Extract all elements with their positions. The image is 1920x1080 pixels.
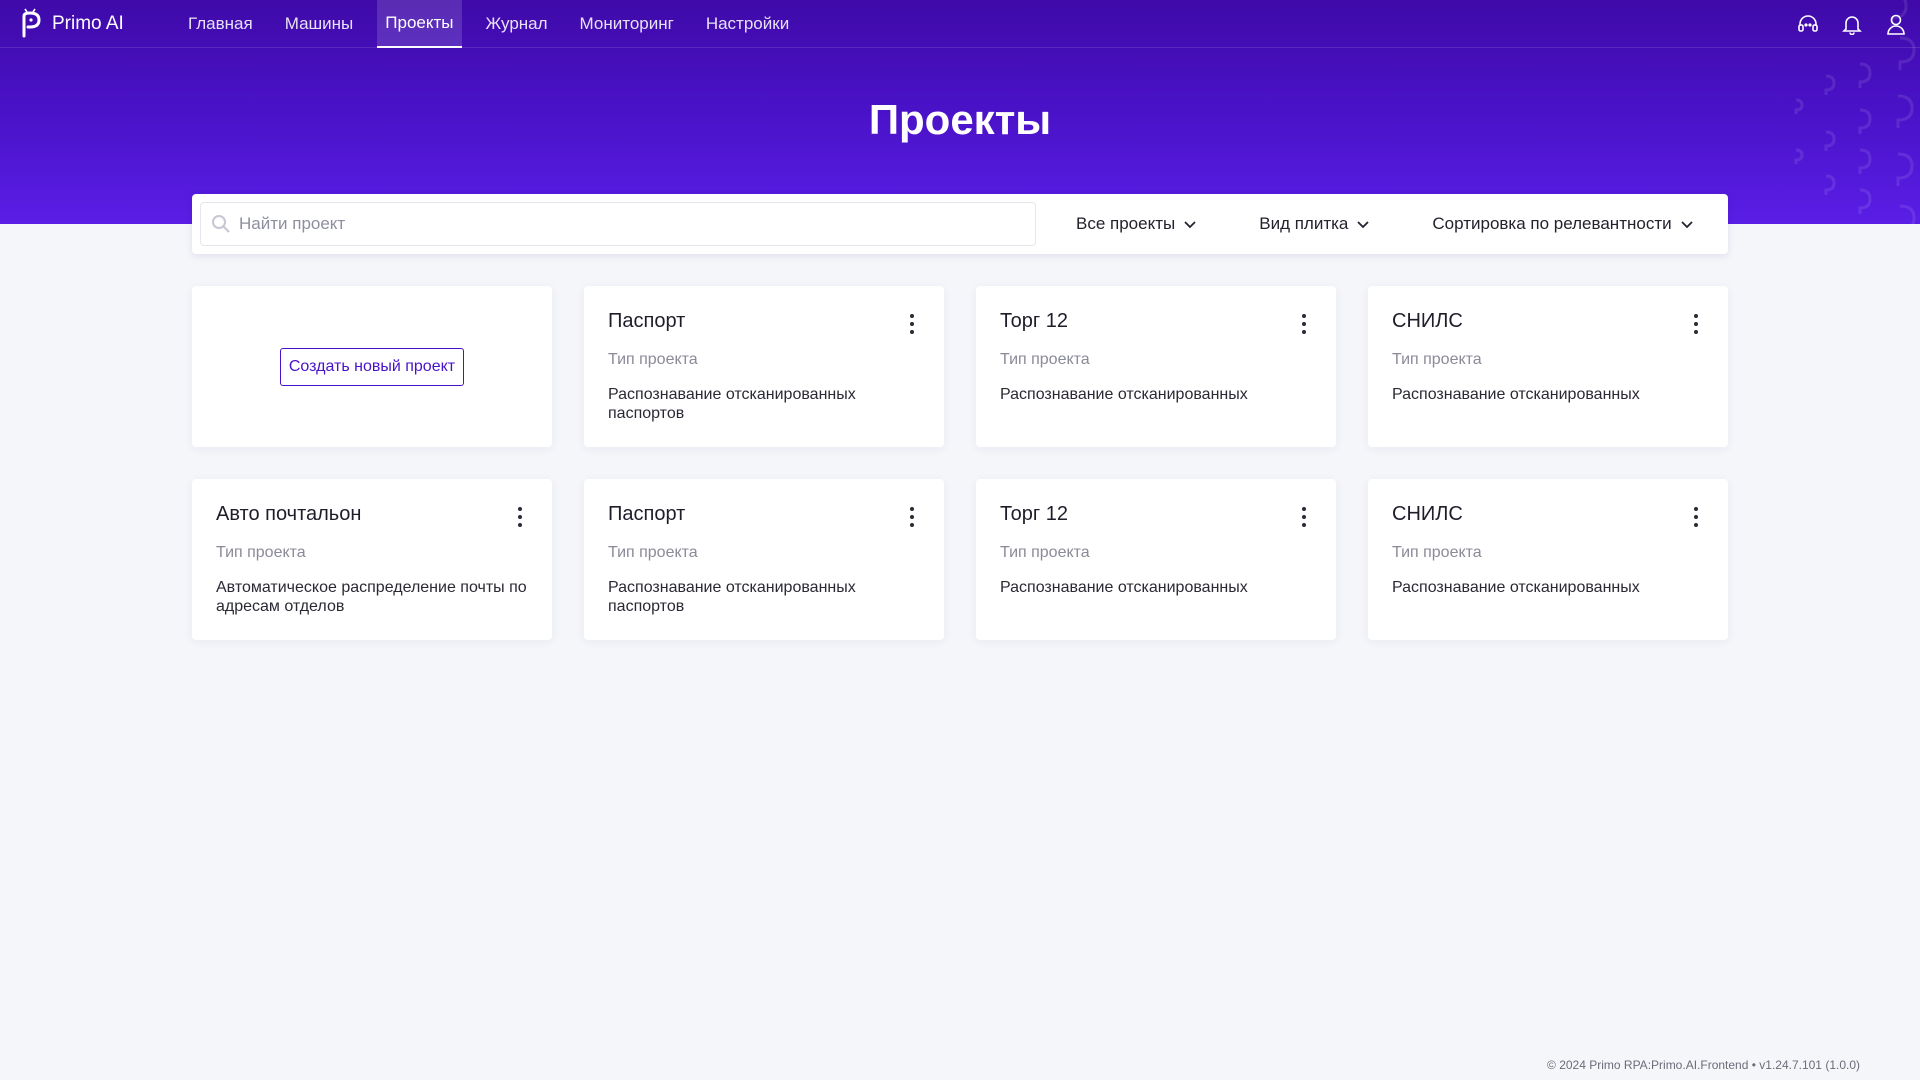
view-dropdown[interactable]: Вид плитка [1259, 214, 1370, 234]
sort-dropdown-label: Сортировка по релевантности [1432, 214, 1672, 233]
project-card[interactable]: СНИЛС Тип проекта Распознавание отсканир… [1368, 479, 1728, 640]
create-project-card: Создать новый проект [192, 286, 552, 447]
project-title: СНИЛС [1392, 503, 1463, 525]
create-project-button[interactable]: Создать новый проект [279, 347, 465, 386]
more-options-icon[interactable] [908, 314, 916, 334]
more-options-icon[interactable] [908, 507, 916, 527]
project-type: Тип проекта [1392, 351, 1482, 368]
project-card[interactable]: Паспорт Тип проекта Распознавание отскан… [584, 286, 944, 447]
page-title: Проекты [868, 96, 1052, 143]
project-type: Тип проекта [1392, 544, 1482, 561]
sort-dropdown[interactable]: Сортировка по релевантности [1432, 214, 1693, 234]
project-description: Распознавание отсканированных [1000, 579, 1248, 596]
chevron-down-icon [1357, 220, 1370, 228]
primo-logo-icon [22, 8, 41, 37]
top-navigation-bar: Primo AI Главная Машины Проекты Журнал М… [0, 0, 1920, 48]
project-card[interactable]: Торг 12 Тип проекта Распознавание отскан… [976, 286, 1336, 447]
view-dropdown-label: Вид плитка [1259, 214, 1349, 233]
project-description: Распознавание отсканированных паспортов [608, 579, 856, 615]
project-type: Тип проекта [1000, 544, 1090, 561]
more-options-icon[interactable] [1692, 314, 1700, 334]
project-description: Распознавание отсканированных [1000, 386, 1248, 403]
filter-dropdown[interactable]: Все проекты [1076, 214, 1197, 234]
chevron-down-icon [1184, 220, 1196, 228]
nav-item-journal[interactable]: Журнал [478, 0, 556, 48]
project-type: Тип проекта [1000, 351, 1090, 368]
chevron-down-icon [1680, 220, 1693, 228]
project-description: Распознавание отсканированных [1392, 579, 1640, 596]
project-title: Торг 12 [1000, 503, 1068, 525]
project-card[interactable]: СНИЛС Тип проекта Распознавание отсканир… [1368, 286, 1728, 447]
nav-item-settings[interactable]: Настройки [698, 0, 797, 48]
user-icon[interactable] [1884, 12, 1908, 36]
nav-item-machines[interactable]: Машины [277, 0, 362, 48]
header-actions [1776, 12, 1908, 36]
project-description: Автоматическое распределение почты по ад… [216, 579, 527, 615]
nav-item-monitoring[interactable]: Мониторинг [572, 0, 682, 48]
project-card[interactable]: Торг 12 Тип проекта Распознавание отскан… [976, 479, 1336, 640]
filter-dropdown-label: Все проекты [1076, 214, 1176, 233]
search-input[interactable] [239, 214, 1019, 234]
main-nav: Главная Машины Проекты Журнал Мониторинг… [180, 0, 813, 48]
more-options-icon[interactable] [1692, 507, 1700, 527]
project-card[interactable]: Паспорт Тип проекта Распознавание отскан… [584, 479, 944, 640]
more-options-icon[interactable] [1300, 314, 1308, 334]
nav-item-projects[interactable]: Проекты [377, 0, 462, 48]
project-description: Распознавание отсканированных паспортов [608, 386, 856, 422]
search-icon [212, 215, 230, 233]
project-card[interactable]: Авто почтальон Тип проекта Автоматическо… [192, 479, 552, 640]
project-type: Тип проекта [216, 544, 306, 561]
project-title: СНИЛС [1392, 310, 1463, 332]
projects-grid: Создать новый проект Паспорт Тип проекта… [192, 286, 1728, 640]
project-title: Паспорт [608, 503, 686, 525]
projects-toolbar: Все проекты Вид плитка Сортировка по рел… [192, 194, 1728, 254]
project-title: Паспорт [608, 310, 686, 332]
more-options-icon[interactable] [516, 507, 524, 527]
footer-version: © 2024 Primo RPA:Primo.AI.Frontend • v1.… [1547, 1058, 1860, 1072]
nav-item-home[interactable]: Главная [180, 0, 261, 48]
project-description: Распознавание отсканированных [1392, 386, 1640, 403]
app-logo[interactable]: Primo AI [20, 8, 180, 40]
project-type: Тип проекта [608, 351, 698, 368]
bell-icon[interactable] [1840, 12, 1864, 36]
more-options-icon[interactable] [1300, 507, 1308, 527]
support-icon[interactable] [1796, 12, 1820, 36]
app-name: Primo AI [52, 12, 124, 34]
project-title: Авто почтальон [216, 503, 362, 525]
project-title: Торг 12 [1000, 310, 1068, 332]
search-box[interactable] [200, 202, 1036, 246]
project-type: Тип проекта [608, 544, 698, 561]
